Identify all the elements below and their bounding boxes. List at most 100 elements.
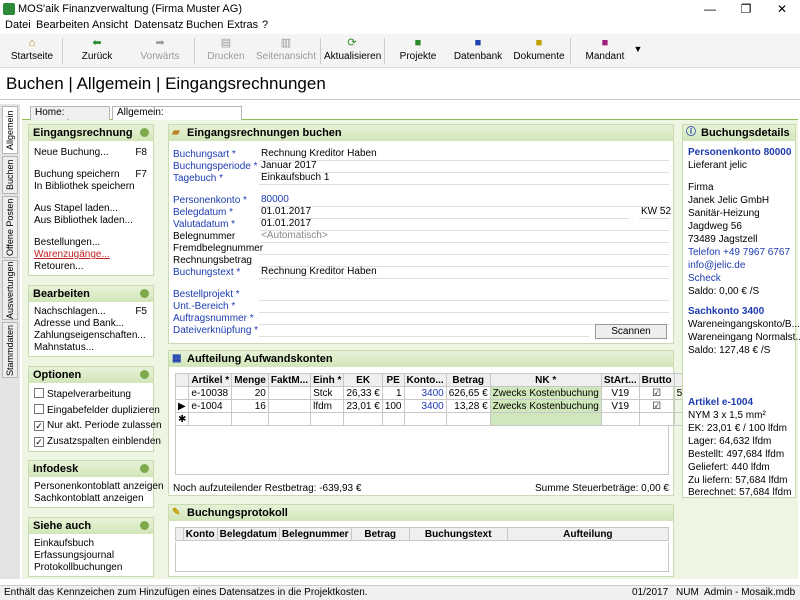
close-button[interactable]: ✕ — [764, 0, 800, 18]
col-header[interactable]: Brutto — [638, 373, 675, 387]
tab-home[interactable]: Home: Startseite — [30, 106, 110, 130]
forward-button[interactable]: ➡ Vorwärts — [130, 36, 190, 66]
orders-link[interactable]: Bestellungen... — [34, 237, 100, 248]
receipts-link[interactable]: Warenzugänge... — [34, 249, 110, 260]
cell[interactable]: V19 — [600, 399, 640, 413]
article-link[interactable]: Artikel e-1004 — [688, 397, 753, 408]
preview-button[interactable]: ▥ Seitenansicht — [254, 36, 318, 66]
new-booking-link[interactable]: Neue Buchung... — [34, 147, 109, 158]
collapse-icon[interactable] — [140, 464, 149, 473]
tagebuch-field[interactable]: Einkaufsbuch 1 — [259, 172, 669, 185]
client-button[interactable]: ■ Mandant — [580, 36, 630, 66]
cell[interactable] — [267, 386, 312, 400]
cell[interactable]: Zwecks Kostenbuchung — [489, 386, 602, 400]
tab-eingangsrechnungen[interactable]: Allgemein: Eingangsrechnungen ✕ — [112, 106, 242, 131]
vtab-stammdaten[interactable]: Stammdaten — [2, 322, 18, 378]
col-header[interactable]: Artikel * — [188, 373, 233, 387]
cell[interactable] — [231, 412, 269, 426]
cell[interactable]: 23,01 € — [343, 399, 383, 413]
checkbox-checked[interactable]: ☑ — [638, 386, 675, 400]
documents-button[interactable]: ■ Dokumente — [512, 36, 566, 66]
table-row[interactable]: ▶ e-1004 16 lfdm 23,01 € 100 3400 13,28 … — [174, 399, 719, 413]
person-account-link[interactable]: Personenkonto 80000 — [688, 147, 791, 158]
col-header[interactable]: Aufteilung — [506, 527, 670, 541]
menu-ansicht[interactable]: Ansicht — [92, 19, 128, 31]
payment-link[interactable]: Zahlungseigenschaften... — [34, 330, 146, 341]
vtab-offene-posten[interactable]: Offene Posten — [2, 196, 18, 258]
cell[interactable] — [343, 412, 383, 426]
collapse-icon[interactable] — [140, 370, 149, 379]
ledger-account-link[interactable]: Sachkonto 3400 — [688, 306, 764, 317]
back-button[interactable]: ⬅ Zurück — [74, 36, 120, 66]
cell[interactable] — [638, 412, 675, 426]
cell[interactable]: 16 — [231, 399, 269, 413]
cell[interactable]: V19 — [600, 386, 640, 400]
collapse-icon[interactable] — [140, 289, 149, 298]
home-button[interactable]: ⌂ Startseite — [6, 36, 58, 66]
menu-datensatz[interactable]: Datensatz — [134, 19, 184, 31]
cell[interactable]: e-1004 — [188, 399, 233, 413]
col-header[interactable]: NK * — [489, 373, 602, 387]
address-link[interactable]: Adresse und Bank... — [34, 318, 124, 329]
purchase-book-link[interactable]: Einkaufsbuch — [34, 538, 94, 549]
datei-field[interactable] — [259, 324, 589, 337]
save-booking-link[interactable]: Buchung speichern — [34, 169, 120, 180]
checkbox[interactable] — [34, 388, 44, 398]
vtab-allgemein[interactable]: Allgemein — [2, 106, 18, 154]
new-row[interactable]: ✱ — [174, 412, 719, 426]
load-stack-link[interactable]: Aus Stapel laden... — [34, 203, 118, 214]
col-header[interactable]: Konto — [182, 527, 218, 541]
col-header[interactable]: Betrag — [445, 373, 491, 387]
payment-link[interactable]: Scheck — [688, 273, 721, 284]
email-link[interactable]: info@jelic.de — [688, 260, 745, 271]
cell[interactable]: 20 — [231, 386, 269, 400]
refresh-button[interactable]: ⟳ Aktualisieren — [324, 36, 381, 66]
checkbox-checked[interactable]: ✓ — [34, 437, 44, 447]
cell[interactable]: 3400 — [403, 399, 447, 413]
cell[interactable]: Stck — [310, 386, 345, 400]
print-button[interactable]: ▤ Drucken — [202, 36, 250, 66]
option-stapel[interactable]: Stapelverarbeitung — [34, 388, 131, 400]
returns-link[interactable]: Retouren... — [34, 261, 83, 272]
menu-extras[interactable]: Extras — [227, 19, 258, 31]
scan-button[interactable]: Scannen — [595, 324, 667, 339]
col-header[interactable]: Betrag — [350, 527, 410, 541]
cell[interactable]: lfdm — [310, 399, 345, 413]
col-header[interactable]: EK — [343, 373, 383, 387]
option-columns[interactable]: ✓ Zusatzspalten einblenden — [34, 436, 161, 447]
option-period[interactable]: ✓ Nur akt. Periode zulassen — [34, 420, 162, 431]
checkbox-checked[interactable]: ✓ — [34, 421, 44, 431]
buchungstext-field[interactable]: Rechnung Kreditor Haben — [259, 266, 669, 279]
collapse-icon[interactable] — [140, 128, 149, 137]
collapse-icon[interactable] — [140, 521, 149, 530]
cell[interactable]: 13,28 € — [445, 399, 491, 413]
load-library-link[interactable]: Aus Bibliothek laden... — [34, 215, 133, 226]
cell[interactable] — [267, 412, 312, 426]
menu-buchen[interactable]: Buchen — [186, 19, 223, 31]
vtab-auswertungen[interactable]: Auswertungen — [2, 260, 18, 320]
cell[interactable]: e-10038 — [188, 386, 233, 400]
cell[interactable] — [310, 412, 345, 426]
cell[interactable]: 1 — [381, 386, 405, 400]
option-duplicate[interactable]: Eingabefelder duplizieren — [34, 404, 160, 416]
checkbox[interactable] — [34, 404, 44, 414]
projects-button[interactable]: ■ Projekte — [396, 36, 440, 66]
cell[interactable]: 626,65 € — [445, 386, 491, 400]
col-header[interactable]: Einh * — [310, 373, 345, 387]
checkbox-checked[interactable]: ☑ — [638, 399, 675, 413]
protocol-link[interactable]: Protokollbuchungen — [34, 562, 122, 573]
cell[interactable] — [445, 412, 491, 426]
menu-help[interactable]: ? — [262, 19, 268, 31]
lookup-link[interactable]: Nachschlagen... — [34, 306, 106, 317]
account-sheet-link[interactable]: Sachkontoblatt anzeigen — [34, 493, 144, 504]
restore-button[interactable]: ❐ — [728, 0, 764, 18]
cell[interactable] — [489, 412, 602, 426]
col-header[interactable]: FaktM... — [267, 373, 312, 387]
cell[interactable] — [188, 412, 233, 426]
cell[interactable] — [381, 412, 405, 426]
minimize-button[interactable]: — — [692, 0, 728, 18]
client-dropdown-icon[interactable]: ▼ — [632, 44, 644, 74]
journal-link[interactable]: Erfassungsjournal — [34, 550, 114, 561]
col-header[interactable]: Konto... — [403, 373, 447, 387]
cell[interactable] — [600, 412, 640, 426]
